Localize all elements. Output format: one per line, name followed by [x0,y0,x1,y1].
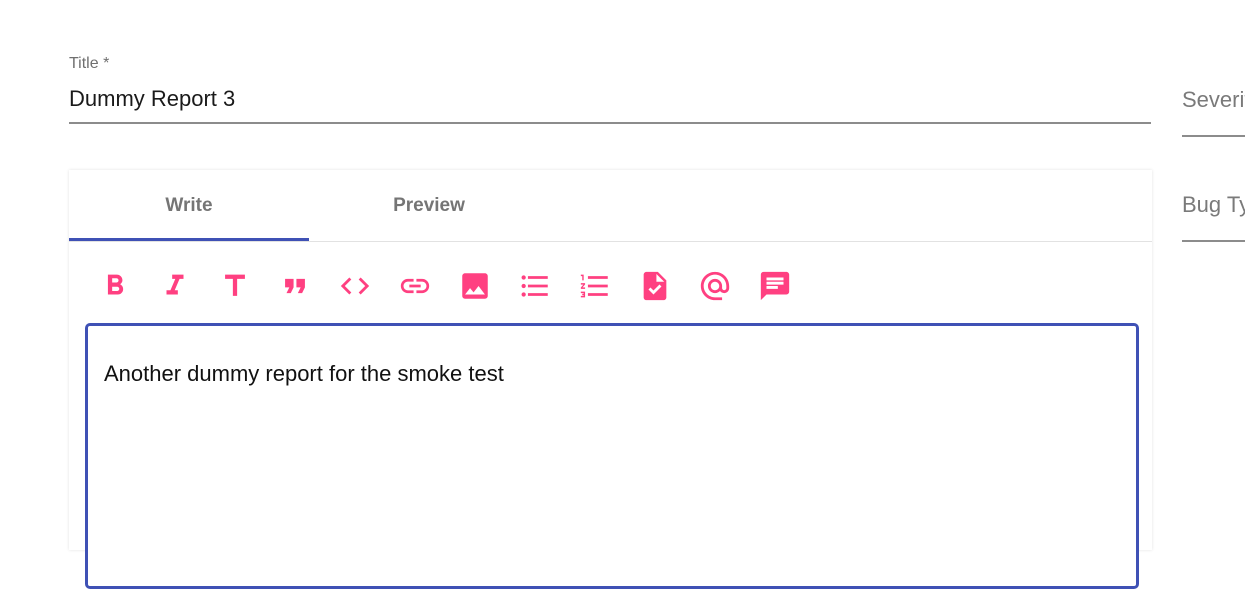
numbered-list-icon[interactable] [565,268,625,304]
bug-type-underline [1182,240,1245,242]
bug-type-label: Bug Type [1182,192,1245,217]
severity-field[interactable]: Severity [1182,87,1245,137]
mention-icon[interactable] [685,268,745,304]
severity-label: Severity [1182,87,1245,112]
comment-icon[interactable] [745,268,805,304]
title-underline [69,122,1151,124]
severity-underline [1182,135,1245,137]
bold-icon[interactable] [85,268,145,304]
tab-preview[interactable]: Preview [309,170,549,241]
header-icon[interactable] [205,268,265,304]
title-input[interactable] [69,84,1151,114]
title-label: Title * [69,55,110,72]
markdown-editor: Write Preview Another dummy report for t… [69,170,1152,589]
tabs-divider [69,241,1152,242]
bug-type-field[interactable]: Bug Type [1182,192,1245,242]
link-icon[interactable] [385,268,445,304]
code-icon[interactable] [325,268,385,304]
quote-icon[interactable] [265,268,325,304]
file-check-icon[interactable] [625,268,685,304]
report-body-text: Another dummy report for the smoke test [104,361,504,386]
tab-write[interactable]: Write [69,170,309,241]
bulleted-list-icon[interactable] [505,268,565,304]
report-body-textarea[interactable]: Another dummy report for the smoke test [85,323,1139,589]
italic-icon[interactable] [145,268,205,304]
title-field[interactable]: Title * [69,52,1151,124]
image-icon[interactable] [445,268,505,304]
